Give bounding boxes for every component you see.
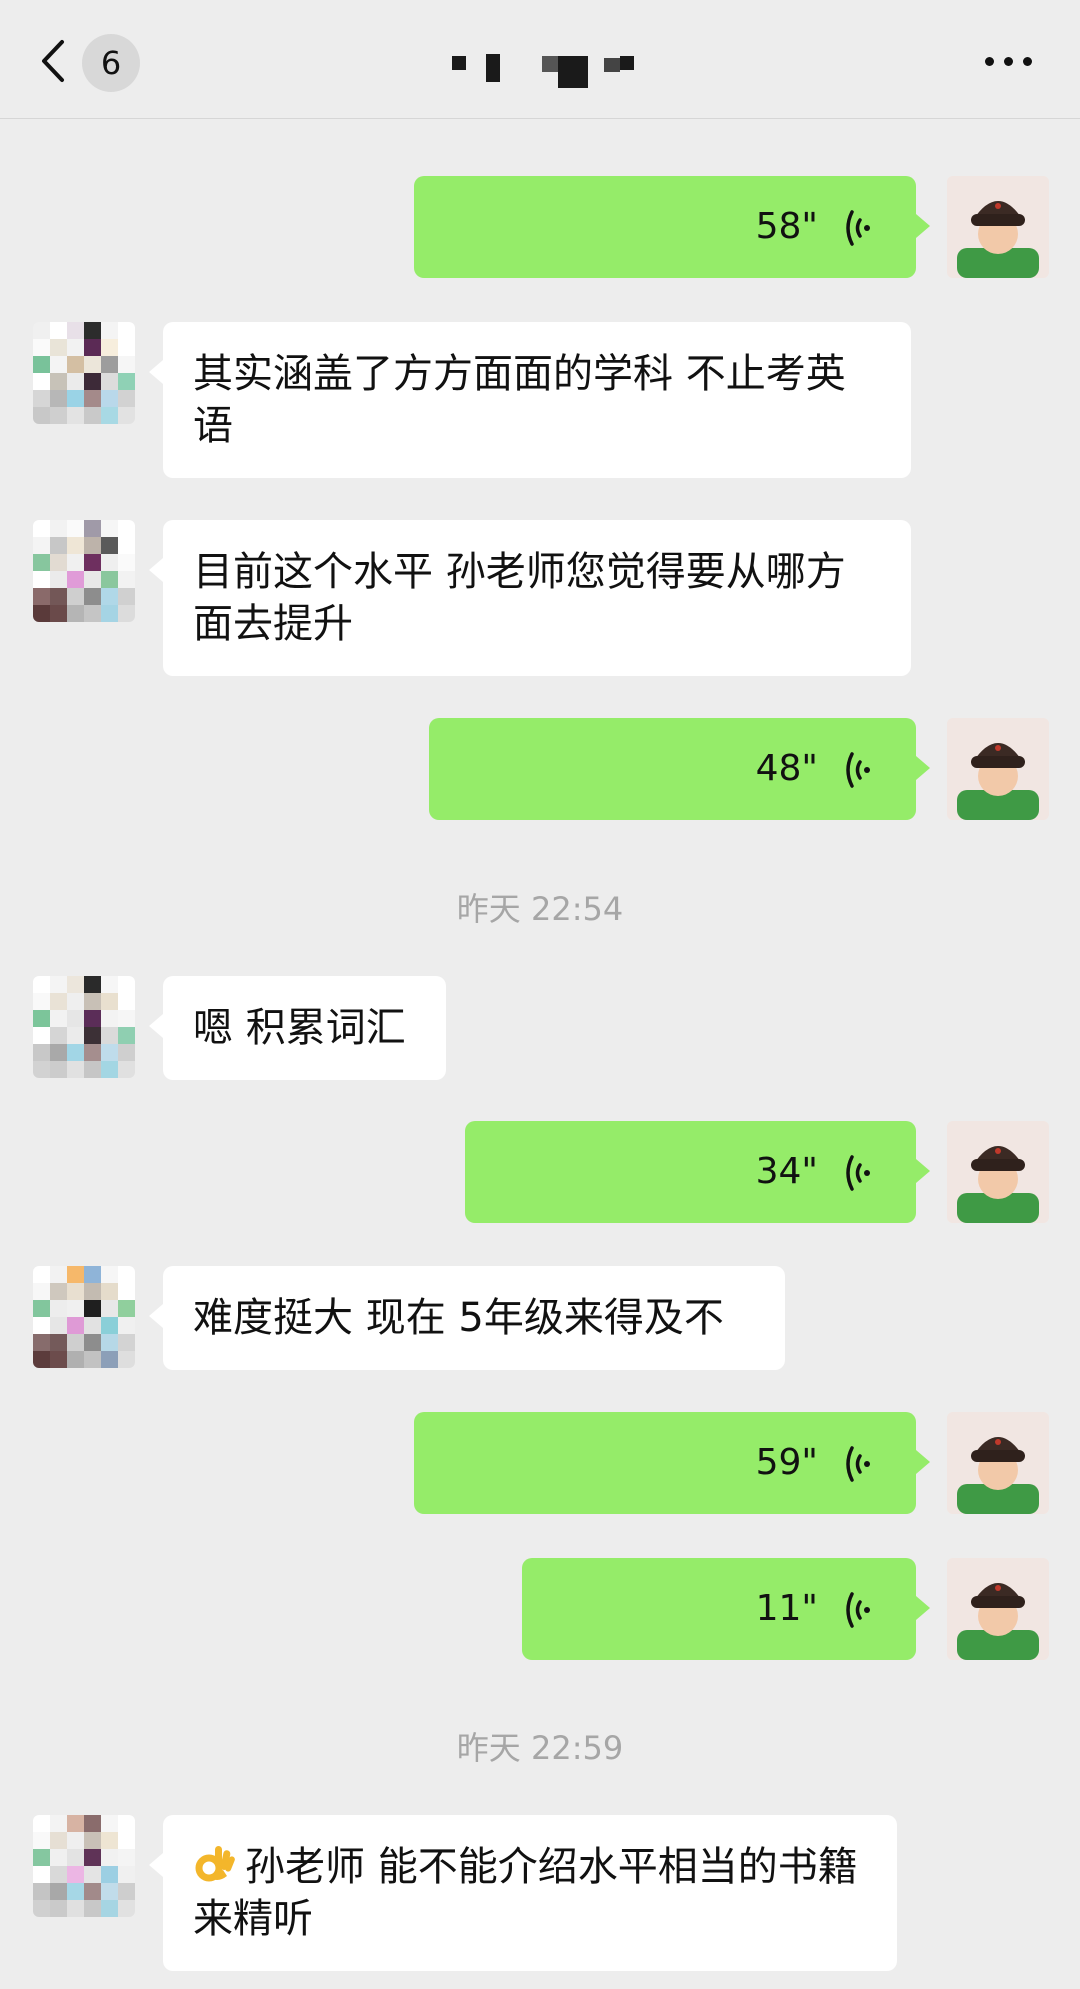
pixelated-avatar-icon [33, 520, 135, 622]
navigation-bar: 6 [0, 0, 1080, 119]
voice-wave-icon [846, 1155, 870, 1191]
more-dots-icon [985, 57, 994, 66]
voice-duration: 59" [755, 1442, 818, 1483]
contact-avatar[interactable] [33, 1815, 135, 1917]
child-avatar-icon [947, 176, 1049, 278]
voice-duration: 11" [755, 1588, 818, 1629]
pixelated-avatar-icon [33, 322, 135, 424]
voice-message[interactable]: 58" [414, 176, 930, 278]
voice-duration: 34" [755, 1151, 818, 1192]
pixelated-avatar-icon [33, 1815, 135, 1917]
voice-wave-icon [846, 1446, 870, 1482]
contact-avatar[interactable] [33, 322, 135, 424]
child-avatar-icon [947, 1412, 1049, 1514]
child-avatar-icon [947, 1121, 1049, 1223]
text-message[interactable]: 孙老师 能不能介绍水平相当的书籍来精听 [149, 1815, 897, 1971]
text-message[interactable]: 难度挺大 现在 5年级来得及不 [149, 1266, 785, 1370]
my-avatar[interactable] [947, 718, 1049, 820]
contact-avatar[interactable] [33, 1266, 135, 1368]
back-button[interactable] [36, 36, 76, 86]
voice-wave-icon [846, 1592, 870, 1628]
my-avatar[interactable] [947, 1558, 1049, 1660]
voice-message[interactable]: 48" [429, 718, 930, 820]
voice-wave-icon [846, 210, 870, 246]
text-message[interactable]: 其实涵盖了方方面面的学科 不止考英语 [149, 322, 911, 478]
contact-avatar[interactable] [33, 976, 135, 1078]
message-text: 难度挺大 现在 5年级来得及不 [193, 1295, 724, 1341]
voice-message[interactable]: 34" [465, 1121, 930, 1223]
message-text: 其实涵盖了方方面面的学科 不止考英语 [193, 351, 846, 449]
timestamp: 昨天 22:59 [456, 1729, 624, 1767]
back-chevron-icon [42, 40, 64, 82]
text-message[interactable]: 目前这个水平 孙老师您觉得要从哪方面去提升 [149, 520, 911, 676]
unread-count-badge[interactable]: 6 [82, 34, 140, 92]
voice-duration: 58" [755, 206, 818, 247]
timestamp: 昨天 22:54 [456, 890, 624, 928]
pixelated-avatar-icon [33, 976, 135, 1078]
message-text: 目前这个水平 孙老师您觉得要从哪方面去提升 [193, 549, 846, 647]
message-text: 嗯 积累词汇 [193, 1005, 406, 1051]
child-avatar-icon [947, 718, 1049, 820]
my-avatar[interactable] [947, 1121, 1049, 1223]
voice-message[interactable]: 11" [522, 1558, 930, 1660]
contact-avatar[interactable] [33, 520, 135, 622]
text-message[interactable]: 嗯 积累词汇 [149, 976, 446, 1080]
message-text: 孙老师 能不能介绍水平相当的书籍来精听 [193, 1844, 858, 1942]
pixelated-avatar-icon [33, 1266, 135, 1368]
voice-duration: 48" [755, 748, 818, 789]
ok-hand-emoji [195, 1846, 235, 1882]
more-options-button[interactable] [985, 44, 1035, 74]
child-avatar-icon [947, 1558, 1049, 1660]
chat-area[interactable]: 58" 其实涵盖了方方面面的学科 不止考英语 目前这个水平 孙老师您觉得要从哪方… [0, 0, 1080, 1989]
chat-title-redacted [450, 52, 660, 92]
my-avatar[interactable] [947, 176, 1049, 278]
voice-message[interactable]: 59" [414, 1412, 930, 1514]
my-avatar[interactable] [947, 1412, 1049, 1514]
voice-wave-icon [846, 752, 870, 788]
